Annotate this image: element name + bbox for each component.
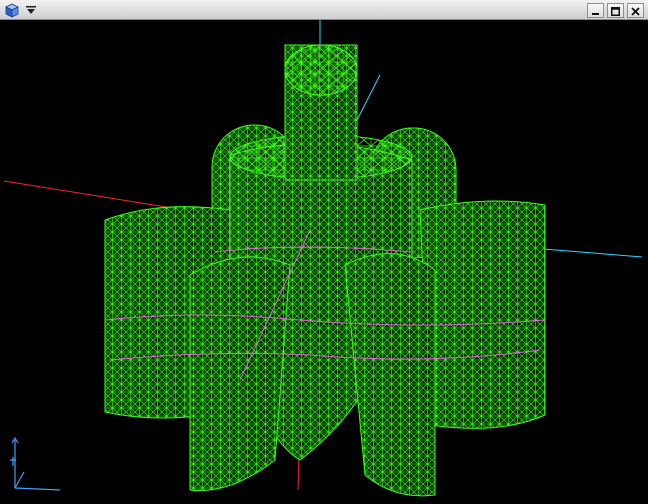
maximize-button[interactable] <box>607 1 624 20</box>
diagonal-axis-line <box>356 74 381 121</box>
window-menu-icon[interactable] <box>24 3 38 17</box>
minimize-icon <box>591 1 600 20</box>
maximize-icon <box>611 1 620 20</box>
app-window <box>0 0 648 504</box>
minimize-button[interactable] <box>587 1 604 20</box>
mesh-lobe-right <box>419 200 546 429</box>
mesh-top-cylinder <box>284 44 358 181</box>
orientation-triad <box>10 436 61 491</box>
app-cube-icon[interactable] <box>4 2 20 18</box>
title-bar[interactable] <box>0 0 648 20</box>
close-icon <box>631 1 640 20</box>
mesh-lobe-front-left <box>189 256 291 492</box>
mesh-lobe-front-right <box>344 253 436 497</box>
close-button[interactable] <box>627 1 644 20</box>
3d-viewport[interactable] <box>0 20 648 504</box>
mesh-scene[interactable] <box>0 20 648 504</box>
